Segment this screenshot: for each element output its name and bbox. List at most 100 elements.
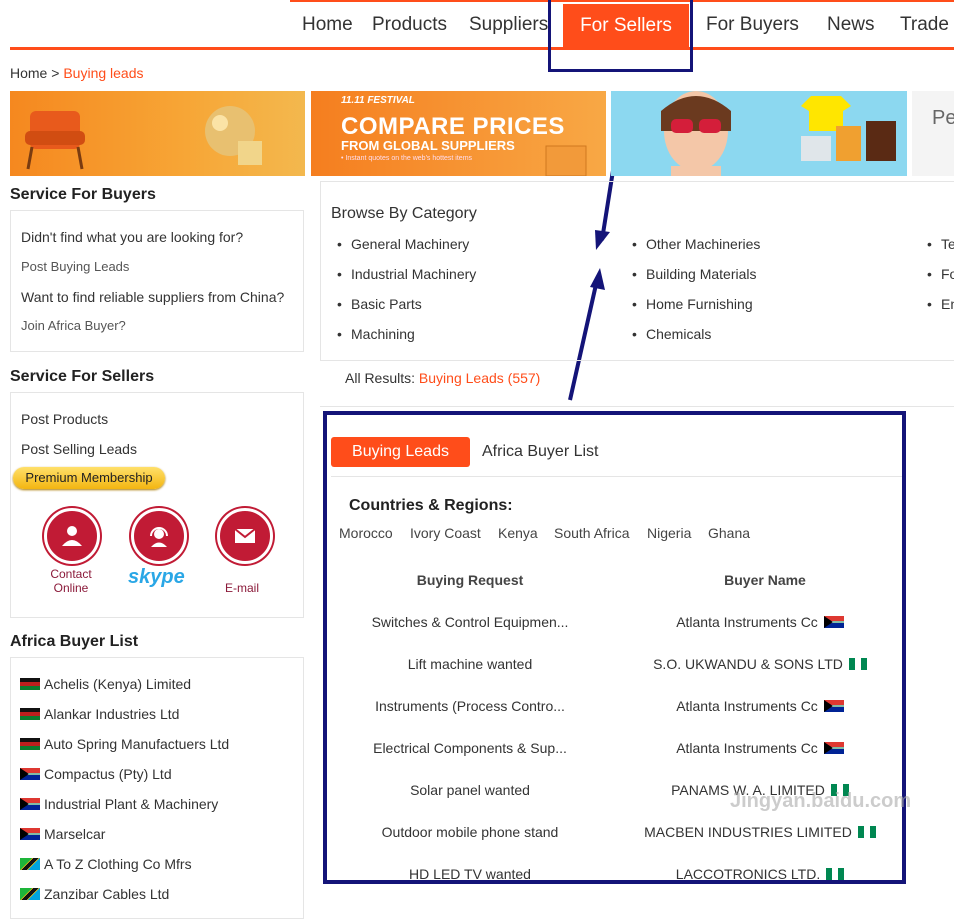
south-africa-flag-icon (823, 700, 844, 712)
banner-compare-subtitle: FROM GLOBAL SUPPLIERS (341, 138, 515, 153)
category-link[interactable]: Te (927, 236, 954, 252)
category-link[interactable]: Fo (927, 266, 954, 282)
find-suppliers-text: Want to find reliable suppliers from Chi… (21, 289, 285, 305)
lead-buyer-name: Atlanta Instruments Cc (676, 698, 818, 714)
lead-request[interactable]: Electrical Components & Sup... (330, 740, 610, 756)
skype-logo[interactable]: skype (128, 566, 185, 589)
lead-buyer[interactable]: MACBEN INDUSTRIES LIMITED (620, 824, 900, 840)
lead-request[interactable]: Solar panel wanted (330, 782, 610, 798)
service-buyers-title: Service For Buyers (10, 186, 156, 203)
buyer-list-item[interactable]: Industrial Plant & Machinery (20, 796, 218, 812)
countries-title: Countries & Regions: (349, 497, 513, 514)
not-found-text: Didn't find what you are looking for? (21, 229, 244, 245)
banner-fashion-art (661, 91, 896, 176)
buyer-list-item-name: Industrial Plant & Machinery (44, 796, 219, 812)
category-link[interactable]: Basic Parts (337, 296, 422, 312)
contact-online-label[interactable]: Contact Online (36, 567, 106, 595)
nav-home[interactable]: Home (302, 14, 353, 36)
tab-buying-leads[interactable]: Buying Leads (331, 437, 470, 467)
category-link[interactable]: Industrial Machinery (337, 266, 476, 282)
service-sellers-title: Service For Sellers (10, 368, 155, 385)
buyer-list-item-name: Zanzibar Cables Ltd (44, 886, 170, 902)
premium-membership-button[interactable]: Premium Membership (13, 467, 165, 489)
banner-compare-prices[interactable]: 11.11 FESTIVAL COMPARE PRICES FROM GLOBA… (311, 91, 606, 176)
lead-buyer-name: Atlanta Instruments Cc (676, 614, 818, 630)
banner-compare-tag: 11.11 FESTIVAL (341, 95, 415, 106)
lead-buyer[interactable]: Atlanta Instruments Cc (620, 614, 900, 630)
email-button[interactable] (217, 508, 273, 564)
breadcrumb-separator: > (51, 65, 60, 81)
lead-buyer[interactable]: LACCOTRONICS LTD. (620, 866, 900, 882)
buyer-list-item[interactable]: Alankar Industries Ltd (20, 706, 179, 722)
breadcrumb-home[interactable]: Home (10, 65, 47, 81)
nav-trade[interactable]: Trade (900, 14, 949, 36)
shopping-bag-icon (545, 145, 587, 176)
envelope-icon (234, 528, 256, 543)
country-link[interactable]: Ghana (708, 525, 750, 541)
nav-for-buyers[interactable]: For Buyers (706, 14, 799, 36)
nigeria-flag-icon (826, 868, 845, 880)
category-link[interactable]: Machining (337, 326, 415, 342)
post-buying-leads-link[interactable]: Post Buying Leads (21, 259, 129, 274)
nav-products[interactable]: Products (372, 14, 447, 36)
banner-fashion[interactable] (611, 91, 907, 176)
contact-online-button[interactable] (44, 508, 100, 564)
nav-news[interactable]: News (827, 14, 875, 36)
nav-suppliers[interactable]: Suppliers (469, 14, 548, 36)
post-selling-leads-link[interactable]: Post Selling Leads (21, 441, 137, 457)
all-results-count[interactable]: Buying Leads (557) (419, 370, 540, 386)
category-link[interactable]: Other Machineries (632, 236, 760, 252)
banner-partial-text: Pe (932, 107, 954, 129)
country-link[interactable]: Morocco (339, 525, 393, 541)
buyer-list-item-name: Achelis (Kenya) Limited (44, 676, 192, 692)
kenya-flag-icon (20, 708, 40, 720)
lead-request[interactable]: Instruments (Process Contro... (330, 698, 610, 714)
buyer-list-item-name: Auto Spring Manufactuers Ltd (44, 736, 230, 752)
country-link[interactable]: Kenya (498, 525, 538, 541)
results-divider (320, 406, 954, 407)
tanzania-flag-icon (20, 888, 40, 900)
lead-buyer[interactable]: Atlanta Instruments Cc (620, 740, 900, 756)
buyer-list-item[interactable]: Auto Spring Manufactuers Ltd (20, 736, 229, 752)
category-link[interactable]: General Machinery (337, 236, 469, 252)
banner-furniture[interactable] (10, 91, 305, 176)
south-africa-flag-icon (823, 742, 844, 754)
category-link[interactable]: Building Materials (632, 266, 756, 282)
buyer-list-item[interactable]: Marselcar (20, 826, 105, 842)
country-link[interactable]: South Africa (554, 525, 630, 541)
category-link[interactable]: En (927, 296, 954, 312)
buyer-list-item[interactable]: Compactus (Pty) Ltd (20, 766, 172, 782)
country-link[interactable]: Ivory Coast (410, 525, 481, 541)
lead-buyer-name: S.O. UKWANDU & SONS LTD (653, 656, 843, 672)
breadcrumb-current: Buying leads (63, 65, 144, 81)
lead-request[interactable]: Switches & Control Equipmen... (330, 614, 610, 630)
country-link[interactable]: Nigeria (647, 525, 691, 541)
buyer-list-item-name: Marselcar (44, 826, 106, 842)
post-products-link[interactable]: Post Products (21, 411, 108, 427)
lead-request[interactable]: Outdoor mobile phone stand (330, 824, 610, 840)
lead-buyer-name: MACBEN INDUSTRIES LIMITED (644, 824, 852, 840)
join-africa-buyer-link[interactable]: Join Africa Buyer? (21, 318, 126, 333)
lead-buyer[interactable]: Atlanta Instruments Cc (620, 698, 900, 714)
skype-button[interactable] (131, 508, 187, 564)
category-link[interactable]: Chemicals (632, 326, 711, 342)
lead-request[interactable]: HD LED TV wanted (330, 866, 610, 882)
lead-buyer[interactable]: S.O. UKWANDU & SONS LTD (620, 656, 900, 672)
lead-buyer-name: Atlanta Instruments Cc (676, 740, 818, 756)
category-link[interactable]: Home Furnishing (632, 296, 753, 312)
breadcrumb: Home > Buying leads (10, 65, 144, 81)
south-africa-flag-icon (20, 828, 40, 840)
email-label[interactable]: E-mail (207, 581, 277, 595)
banner-partial[interactable]: Pe (912, 91, 954, 176)
buyer-list-item[interactable]: Zanzibar Cables Ltd (20, 886, 169, 902)
tab-africa-buyer-list[interactable]: Africa Buyer List (482, 443, 598, 461)
watermark: Jingyan.baidu.com (730, 790, 912, 812)
nav-underline (10, 47, 954, 50)
buyer-list-item[interactable]: A To Z Clothing Co Mfrs (20, 856, 192, 872)
buyer-list-item[interactable]: Achelis (Kenya) Limited (20, 676, 191, 692)
headset-icon (150, 527, 168, 547)
south-africa-flag-icon (823, 616, 844, 628)
all-results-label: All Results: (345, 370, 416, 386)
lead-request[interactable]: Lift machine wanted (330, 656, 610, 672)
buyer-list-item-name: A To Z Clothing Co Mfrs (44, 856, 192, 872)
